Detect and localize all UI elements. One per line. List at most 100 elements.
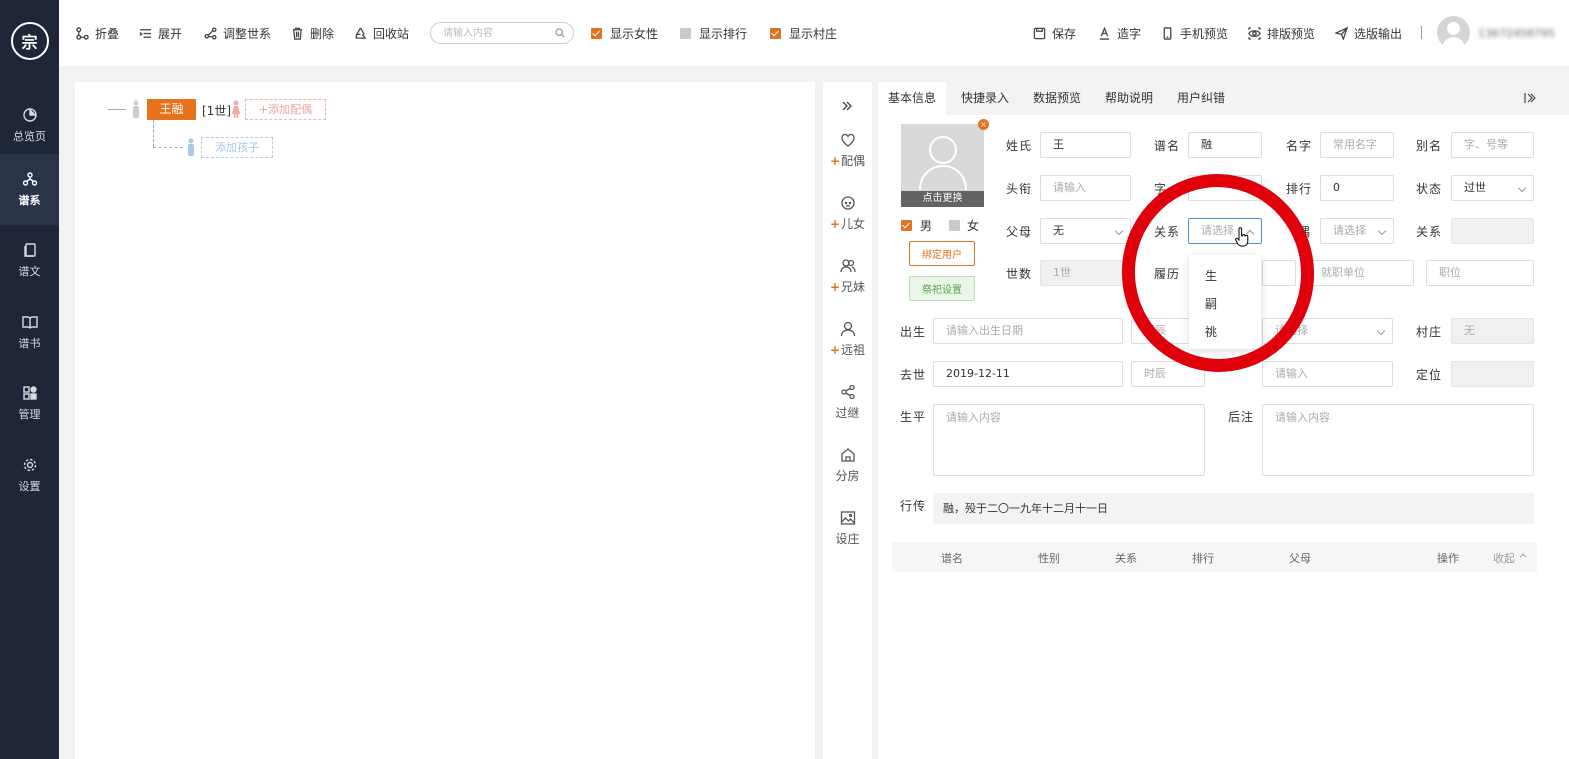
shishu-input: 1世 xyxy=(1040,260,1131,286)
adjust-label: 调整世系 xyxy=(223,26,272,41)
show-rank-checkbox[interactable]: 显示排行 xyxy=(680,25,747,41)
birth-place-select[interactable]: 请选择 xyxy=(1262,318,1393,344)
status-value: 过世 xyxy=(1464,181,1486,194)
sidebar-item-overview[interactable]: 总览页 xyxy=(0,90,59,161)
tab-help[interactable]: 帮助说明 xyxy=(1095,82,1163,115)
puming-input[interactable]: 融 xyxy=(1188,132,1262,158)
tree-node-name[interactable]: 王融 xyxy=(147,99,196,120)
collapse-panel-icon[interactable] xyxy=(841,100,853,112)
action-label: 过继 xyxy=(835,406,860,420)
tab-quick-entry[interactable]: 快捷录入 xyxy=(951,82,1019,115)
touxian-input[interactable]: 请输入 xyxy=(1040,175,1131,201)
member-photo[interactable]: 点击更换 xyxy=(901,124,984,207)
change-photo-label[interactable]: 点击更换 xyxy=(901,191,984,207)
user-avatar[interactable] xyxy=(1437,16,1470,49)
add-ancestor-action[interactable]: +远祖 xyxy=(823,321,872,358)
search-icon[interactable] xyxy=(555,28,565,38)
post-input[interactable]: 职位 xyxy=(1426,260,1534,286)
spouse-select[interactable]: 请选择 xyxy=(1320,218,1394,244)
adoption-action[interactable]: 过继 xyxy=(823,384,872,421)
death-time-input[interactable]: 时辰 xyxy=(1131,361,1205,387)
col-rank: 排行 xyxy=(1192,552,1214,565)
add-spouse-action[interactable]: +配偶 xyxy=(823,132,872,169)
layout-preview-button[interactable]: 排版预览 xyxy=(1248,25,1315,41)
checkbox-checked[interactable] xyxy=(770,27,781,39)
sidebar-item-settings[interactable]: 设置 xyxy=(0,440,59,511)
status-select[interactable]: 过世 xyxy=(1451,175,1534,201)
add-child-action[interactable]: +儿女 xyxy=(823,195,872,232)
col-actions: 操作 xyxy=(1437,552,1459,565)
surname-input[interactable]: 王 xyxy=(1040,132,1131,158)
book-icon xyxy=(21,316,38,329)
username[interactable]: 13672458795 xyxy=(1478,27,1555,40)
dropdown-option-sheng[interactable]: 生 xyxy=(1205,267,1217,284)
add-child-button[interactable]: 添加孩子 xyxy=(201,137,273,158)
village-label: 村庄 xyxy=(1416,325,1443,339)
action-label: 远祖 xyxy=(841,343,866,357)
sidebar-item-genealogy[interactable]: 谱系 xyxy=(0,154,59,225)
lvli-input[interactable] xyxy=(1262,260,1296,286)
delete-button[interactable]: 删除 xyxy=(291,25,334,41)
app-logo[interactable]: 宗 xyxy=(10,22,49,60)
branch-house-action[interactable]: 分房 xyxy=(823,447,872,484)
checkbox-checked[interactable] xyxy=(591,27,602,39)
relation-select[interactable]: 请选择 xyxy=(1188,218,1262,244)
checkbox-unchecked[interactable] xyxy=(680,27,691,39)
tab-user-correction[interactable]: 用户纠错 xyxy=(1167,82,1235,115)
save-button[interactable]: 保存 xyxy=(1033,25,1076,41)
mingzi-input[interactable]: 常用名字 xyxy=(1320,132,1394,158)
dropdown-option-tiao[interactable]: 祧 xyxy=(1205,323,1217,340)
add-spouse-button[interactable]: +添加配偶 xyxy=(245,99,326,120)
death-date-input[interactable]: 2019-12-11 xyxy=(933,361,1123,387)
export-button[interactable]: 选版输出 xyxy=(1335,25,1402,41)
add-sibling-action[interactable]: +兄妹 xyxy=(823,258,872,295)
life-textarea[interactable]: 请输入内容 xyxy=(933,404,1205,476)
sidebar-item-label: 谱书 xyxy=(18,337,41,350)
bind-user-button[interactable]: 绑定用户 xyxy=(909,241,975,266)
show-female-checkbox[interactable]: 显示女性 xyxy=(591,25,658,41)
paihang-input[interactable]: 0 xyxy=(1320,175,1394,201)
col-puming: 谱名 xyxy=(941,552,963,565)
postnote-textarea[interactable]: 请输入内容 xyxy=(1262,404,1534,476)
tree-icon xyxy=(22,172,37,186)
make-char-button[interactable]: 造字 xyxy=(1098,25,1141,41)
branch-icon xyxy=(204,26,217,40)
postnote-label: 后注 xyxy=(1228,410,1255,424)
mobile-preview-button[interactable]: 手机预览 xyxy=(1161,25,1228,41)
adjust-lineage-button[interactable]: 调整世系 xyxy=(204,25,271,41)
tab-data-preview[interactable]: 数据预览 xyxy=(1023,82,1091,115)
birth-date-input[interactable]: 请输入出生日期 xyxy=(933,318,1123,344)
remove-photo-icon[interactable]: × xyxy=(978,119,989,130)
tree-connector xyxy=(153,147,183,148)
send-icon xyxy=(1335,26,1348,40)
family-tree-canvas[interactable]: 王融 [1世] +添加配偶 添加孩子 xyxy=(75,82,815,759)
dropdown-option-si[interactable]: 嗣 xyxy=(1205,295,1217,312)
set-village-action[interactable]: 设庄 xyxy=(823,510,872,547)
collapse-table-button[interactable]: 收起 ^ xyxy=(1493,550,1528,566)
sacrifice-settings-button[interactable]: 祭祀设置 xyxy=(909,276,975,301)
parents-select[interactable]: 无 xyxy=(1040,218,1131,244)
sidebar-item-manage[interactable]: 管理 xyxy=(0,368,59,439)
fold-button[interactable]: 折叠 xyxy=(76,25,119,41)
fold-label: 折叠 xyxy=(95,26,120,41)
tab-basic-info[interactable]: 基本信息 xyxy=(878,82,947,115)
share-icon xyxy=(840,384,855,400)
home-icon xyxy=(840,448,855,462)
landscape-icon xyxy=(840,511,855,525)
search-input[interactable] xyxy=(430,22,574,44)
bieming-input[interactable]: 字、号等 xyxy=(1451,132,1534,158)
plus-sign: + xyxy=(829,343,841,357)
recycle-bin-button[interactable]: 回收站 xyxy=(354,25,409,41)
show-village-checkbox[interactable]: 显示村庄 xyxy=(770,25,837,41)
expand-button[interactable]: 展开 xyxy=(139,25,182,41)
male-checkbox[interactable] xyxy=(901,220,912,231)
female-checkbox[interactable] xyxy=(949,220,960,231)
xingzhuan-field[interactable]: 融，殁于二〇一九年十二月十一日 xyxy=(933,493,1534,524)
sidebar-item-book[interactable]: 谱书 xyxy=(0,297,59,368)
zi-input[interactable] xyxy=(1188,175,1262,201)
collapse-right-icon[interactable] xyxy=(1524,92,1536,104)
recycle-label: 回收站 xyxy=(373,26,410,41)
sidebar-item-text[interactable]: 谱文 xyxy=(0,225,59,296)
death-place-input[interactable]: 请输入 xyxy=(1262,361,1393,387)
unit-input[interactable]: 就职单位 xyxy=(1308,260,1414,286)
